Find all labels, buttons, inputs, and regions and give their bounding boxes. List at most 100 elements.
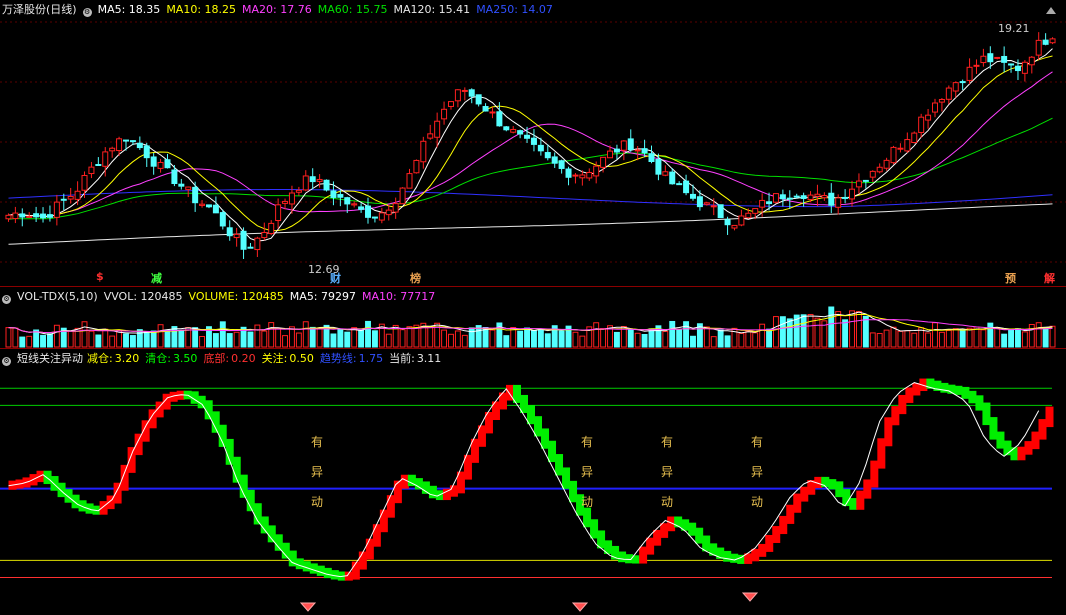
candle-body [627,138,634,151]
volume-bar [510,327,517,348]
candle-body [33,213,40,218]
volume-bar [268,322,275,348]
oscillator-bar [800,486,809,502]
volume-bar [690,335,696,348]
v3-label: 底部: [203,352,230,365]
stock-title[interactable]: 万泽股份(日线) [2,3,77,16]
volume-bar [385,333,392,348]
candle-body [205,204,212,208]
candle-body [524,134,531,139]
candle-body [959,81,966,84]
candle-body [1021,61,1028,74]
volume-bar [745,330,752,348]
candle-body [537,144,544,152]
oscillator-bar [555,454,564,476]
candle-body [683,180,690,194]
candle-body [600,156,607,168]
oscillator-bar [50,476,59,491]
oscillator-bar [877,438,886,469]
candle-body [482,106,489,112]
volume-bar [759,323,766,348]
oscillator-bar [1038,419,1047,440]
oscillator-bar [323,567,332,579]
event-tag-forecast[interactable]: 预 [1005,270,1016,286]
candle-body [489,111,496,114]
volume-bar [779,316,786,348]
settings-icon[interactable]: ⚙ [2,295,11,304]
volume-bar [109,335,116,348]
volume-bar [461,334,468,348]
candle-body [572,174,579,177]
candle-body [980,55,987,64]
volume-bar [710,336,717,348]
oscillator-bar [870,460,879,488]
candle-body [212,204,219,214]
volume-bar [212,333,219,348]
candle-body [447,101,454,107]
collapse-icon[interactable] [1046,7,1056,14]
volume-bar [835,311,842,348]
volume-bar [219,321,226,348]
oscillator-bar [737,554,746,564]
settings-icon[interactable]: ⚙ [2,357,11,366]
volume-bar [129,335,136,348]
candle-body [904,139,911,152]
volume-bar [399,329,406,348]
price-chart[interactable] [0,0,1066,286]
event-tag-finance[interactable]: 财 [330,270,341,286]
oscillator-bar [351,561,360,580]
oscillator-chart[interactable] [0,349,1066,615]
candle-body [883,159,890,169]
vol-title[interactable]: VOL-TDX(5,10) [17,290,98,303]
candle-body [779,194,786,200]
v3-value: 0.20 [231,352,256,365]
event-tag-dollar[interactable]: $ [96,270,104,283]
candle-body [226,227,233,237]
candle-body [510,128,517,133]
oscillator-bar [849,498,858,510]
candle-body [178,183,185,187]
oscillator-bar [758,543,767,557]
volume-pane[interactable]: ⚙ VOL-TDX(5,10) VVOL: 120485 VOLUME: 120485… [0,286,1066,349]
candle-body [254,237,261,251]
oscillator-bar [274,534,283,551]
oscillator-bar [316,565,325,576]
candle-body [171,169,178,185]
oscillator-bar [618,551,627,563]
candle-body [102,151,109,167]
volume-bar [454,330,461,348]
candle-body [607,150,614,159]
volume-bar [81,321,88,348]
candle-body [378,212,385,221]
candle-body [371,216,378,219]
candle-body [19,213,26,218]
settings-icon[interactable]: ⚙ [82,8,92,17]
price-pane[interactable]: 万泽股份(日线) ⚙ MA5: 18.35 MA10: 18.25 MA20: 17.7… [0,0,1066,286]
oscillator-bar [295,558,304,570]
osc-title[interactable]: 短线关注异动 [17,352,83,365]
candle-body [842,196,849,199]
candle-body [81,174,88,191]
candle-body [1035,39,1042,56]
volume-bar [814,317,821,348]
candle-body [12,212,19,220]
candle-body [752,208,759,214]
volume-bar [1008,329,1015,348]
volume-bar [883,329,890,348]
candle-body [994,56,1001,59]
oscillator-pane[interactable]: ⚙ 短线关注异动 减仓: 3.20 清仓: 3.50 底部: 0.20 关注: 0.50 趋势线: 1… [0,348,1066,615]
volume-bar [876,332,883,348]
volume-bar [178,329,185,348]
event-tag-ranking[interactable]: 榜 [410,270,421,286]
volume-bar [862,315,869,348]
volume-bar [786,318,793,348]
volume-bar [627,329,634,348]
candle-body [676,183,683,186]
volume-bar [966,327,973,348]
event-tag-unlock[interactable]: 解 [1044,270,1055,286]
volume-bar [634,332,641,348]
event-tag-reduce[interactable]: 减 [151,270,162,286]
oscillator-bar [379,509,388,533]
candle-body [696,196,703,208]
candle-body [710,205,717,208]
